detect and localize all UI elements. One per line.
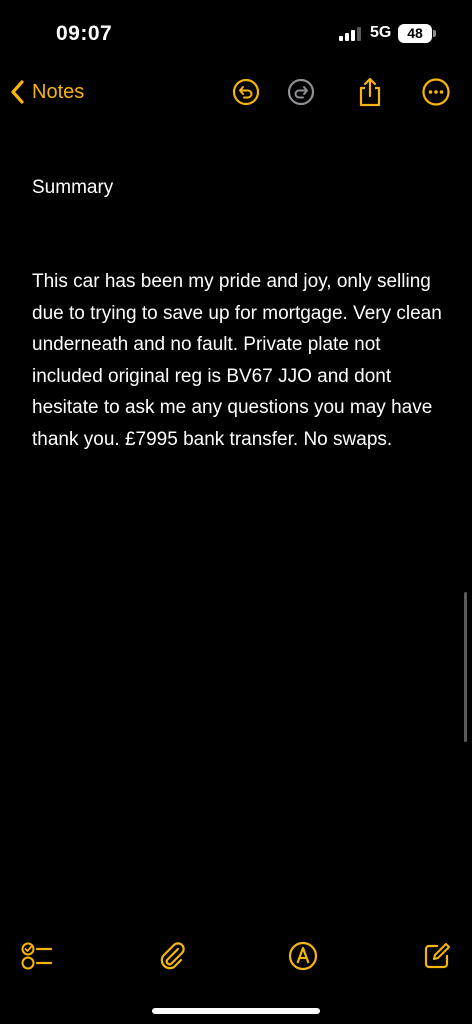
- nav-bar: Notes: [0, 70, 472, 116]
- attachment-icon: [160, 942, 185, 970]
- note-body[interactable]: This car has been my pride and joy, only…: [32, 266, 442, 455]
- battery-tip: [433, 30, 436, 37]
- status-time: 09:07: [56, 22, 113, 45]
- compose-icon: [424, 943, 450, 969]
- markup-button[interactable]: [286, 939, 320, 973]
- undo-button[interactable]: [230, 76, 262, 108]
- status-bar: 09:07 5G 48: [0, 0, 472, 70]
- checklist-button[interactable]: [20, 939, 54, 973]
- back-button[interactable]: Notes: [8, 74, 84, 110]
- note-title[interactable]: Summary: [32, 174, 442, 202]
- share-icon: [359, 77, 381, 107]
- share-button[interactable]: [354, 76, 386, 108]
- checklist-icon: [21, 942, 53, 970]
- battery-icon: 48: [398, 24, 432, 43]
- undo-icon: [232, 78, 260, 106]
- attachment-button[interactable]: [155, 939, 189, 973]
- scroll-indicator[interactable]: [464, 592, 467, 742]
- home-indicator[interactable]: [152, 1008, 320, 1014]
- more-icon: [422, 78, 450, 106]
- bottom-toolbar: [0, 935, 472, 979]
- back-label: Notes: [32, 80, 85, 103]
- signal-icon: [339, 27, 361, 41]
- compose-button[interactable]: [420, 939, 454, 973]
- redo-button[interactable]: [285, 76, 317, 108]
- more-button[interactable]: [420, 76, 452, 108]
- network-type: 5G: [370, 24, 392, 41]
- markup-icon: [288, 941, 318, 971]
- note-content[interactable]: Summary This car has been my pride and j…: [32, 174, 442, 455]
- chevron-left-icon: [11, 80, 24, 104]
- redo-icon: [287, 78, 315, 106]
